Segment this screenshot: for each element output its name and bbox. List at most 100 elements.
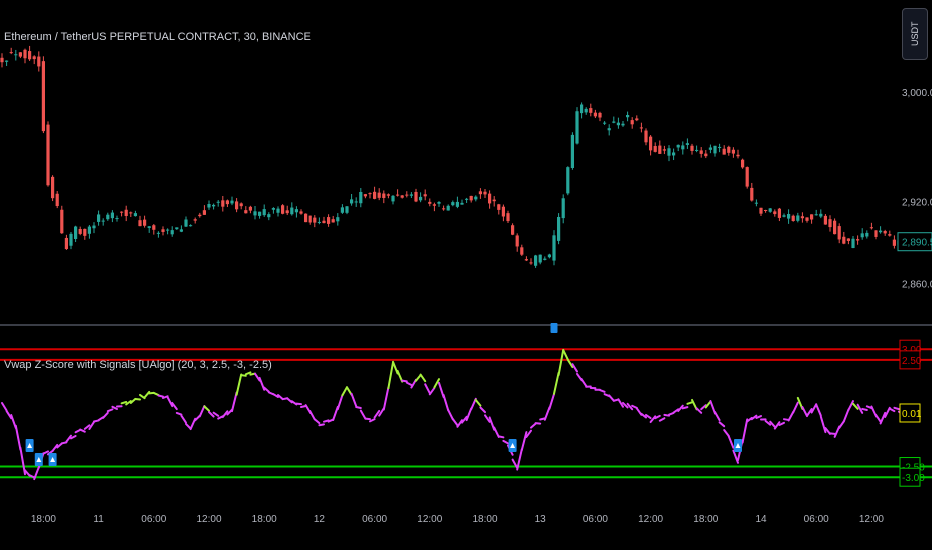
candle-body xyxy=(32,56,36,60)
candle-body xyxy=(676,144,680,148)
time-tick-label: 18:00 xyxy=(472,514,497,525)
candle-body xyxy=(345,206,349,213)
candle-body xyxy=(764,210,768,212)
candle-body xyxy=(750,187,754,201)
candle-body xyxy=(212,204,216,207)
candle-body xyxy=(828,219,832,228)
candle-body xyxy=(317,221,321,223)
candle-body xyxy=(262,209,266,216)
candle-body xyxy=(87,226,91,234)
candle-body xyxy=(202,210,206,215)
candle-body xyxy=(796,215,800,221)
candle-body xyxy=(561,198,565,219)
candle-body xyxy=(653,146,657,152)
candle-body xyxy=(639,127,643,129)
candle-body xyxy=(575,111,579,144)
oscillator-axis[interactable]: 3.002.500.01-2.50-3.00 xyxy=(899,339,925,487)
candle-body xyxy=(281,205,285,214)
candle-body xyxy=(225,200,229,205)
candle-body xyxy=(437,201,441,204)
candle-body xyxy=(129,212,133,214)
candle-body xyxy=(405,194,409,196)
time-tick-label: 06:00 xyxy=(583,514,608,525)
candle xyxy=(51,175,55,202)
candle-body xyxy=(290,207,294,215)
candle xyxy=(566,166,570,196)
candle-body xyxy=(713,145,717,154)
candle-body xyxy=(865,232,869,237)
chart-root[interactable]: 3,000.00 2,920.00 2,860.00 2,890.59 3.002.5… xyxy=(0,0,932,550)
candle-body xyxy=(198,214,202,217)
candle-body xyxy=(327,217,331,224)
candle-body xyxy=(685,143,689,145)
candle-body xyxy=(138,220,142,227)
candle-body xyxy=(727,146,731,153)
candle-body xyxy=(695,149,699,151)
candle-body xyxy=(166,229,170,231)
candle-body xyxy=(851,238,855,249)
zscore-line-segment xyxy=(295,402,302,406)
candle-body xyxy=(833,220,837,235)
candle-body xyxy=(538,254,542,263)
candle-body xyxy=(460,202,464,205)
last-price-label: 2,890.59 xyxy=(902,238,932,249)
price-tick-label: 3,000.00 xyxy=(902,88,932,99)
candle-body xyxy=(819,213,823,217)
candle-body xyxy=(892,239,896,246)
zscore-line-segment xyxy=(681,406,689,410)
candle-body xyxy=(524,259,528,261)
candle-body xyxy=(51,176,55,199)
currency-button[interactable]: USDT xyxy=(902,8,928,60)
candle-body xyxy=(239,203,243,207)
candle-body xyxy=(276,208,280,213)
candle-body xyxy=(419,196,423,201)
candle-body xyxy=(662,149,666,151)
candle-body xyxy=(414,191,418,202)
candle-body xyxy=(83,228,87,236)
zscore-line-segment xyxy=(300,405,307,409)
candle-body xyxy=(708,147,712,150)
candle-body xyxy=(488,193,492,204)
candle-body xyxy=(603,122,607,124)
time-tick-label: 12:00 xyxy=(638,514,663,525)
candle-body xyxy=(874,230,878,237)
candle-body xyxy=(37,56,41,67)
price-tick-label: 2,920.00 xyxy=(902,197,932,208)
candle xyxy=(570,132,574,170)
candle-body xyxy=(607,128,611,131)
zscore-line-segment xyxy=(686,401,693,405)
candle-body xyxy=(368,193,372,195)
candle-body xyxy=(147,226,151,228)
candle-body xyxy=(810,214,814,220)
candle-body xyxy=(823,215,827,225)
candle-body xyxy=(0,57,4,63)
candle-body xyxy=(363,194,367,197)
candle-body xyxy=(626,114,630,118)
price-tick-label: 2,860.00 xyxy=(902,280,932,291)
candle-body xyxy=(78,228,82,234)
candle xyxy=(575,107,579,145)
candle-body xyxy=(520,247,524,255)
time-tick-label: 13 xyxy=(535,514,547,525)
candle-body xyxy=(101,220,105,222)
symbol-title: Ethereum / TetherUS PERPETUAL CONTRACT, … xyxy=(4,31,311,43)
candle-body xyxy=(616,122,620,126)
candle-body xyxy=(754,202,758,204)
candle-body xyxy=(308,215,312,223)
candle-body xyxy=(161,229,165,232)
zscore-line-segment xyxy=(120,400,128,405)
candle-body xyxy=(649,136,653,151)
osc-tick-label: -3.00 xyxy=(902,473,925,484)
time-tick-label: 14 xyxy=(755,514,767,525)
time-tick-label: 12:00 xyxy=(417,514,442,525)
candle-body xyxy=(423,194,427,197)
candle-body xyxy=(175,227,179,230)
candle-body xyxy=(18,52,22,57)
time-tick-label: 18:00 xyxy=(252,514,277,525)
candle-body xyxy=(570,134,574,169)
candle-body xyxy=(235,201,239,210)
candle-body xyxy=(391,195,395,202)
candle-body xyxy=(557,216,561,241)
candle-body xyxy=(805,217,809,221)
candle-body xyxy=(630,120,634,125)
